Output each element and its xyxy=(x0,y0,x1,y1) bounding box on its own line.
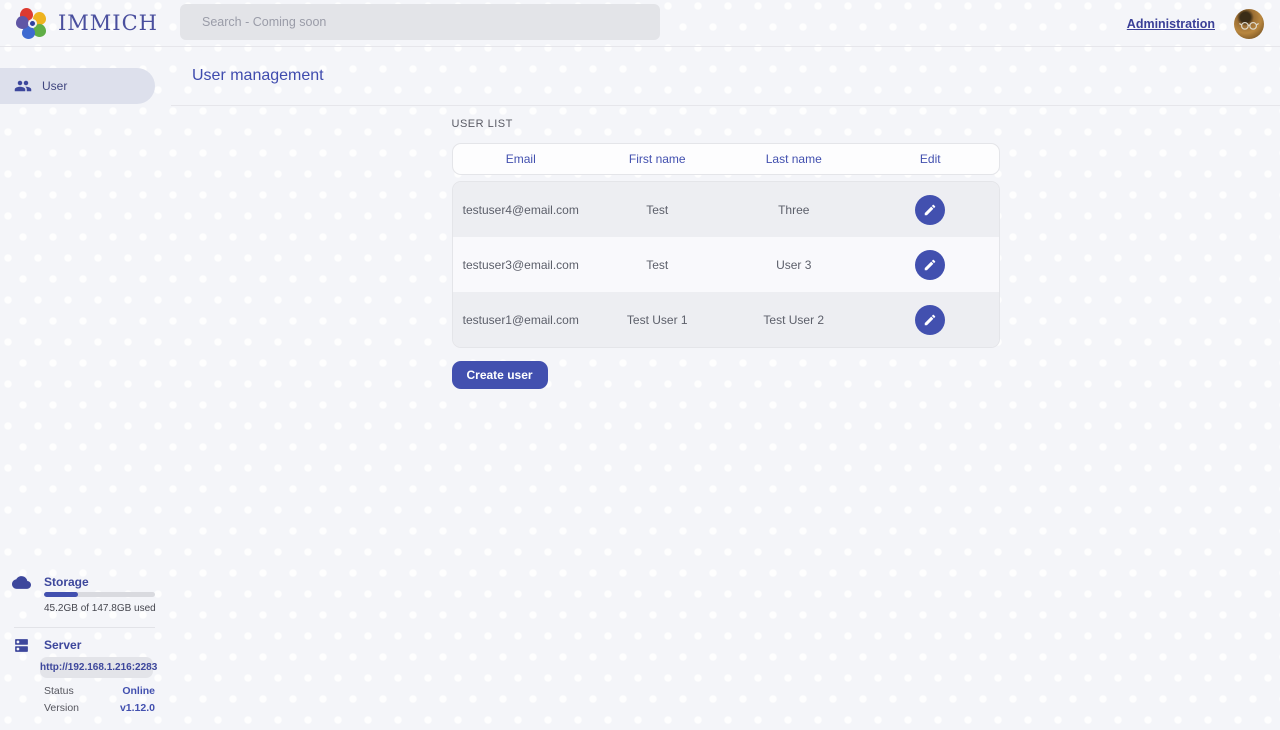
column-header-last-name: Last name xyxy=(766,152,822,166)
storage-usage-text: 45.2GB of 147.8GB used xyxy=(44,603,156,614)
column-header-edit: Edit xyxy=(920,152,941,166)
users-icon xyxy=(14,77,32,95)
administration-link[interactable]: Administration xyxy=(1127,17,1215,31)
storage-progress-bar xyxy=(44,592,155,597)
sidebar-item-user[interactable]: User xyxy=(0,68,155,104)
status-label: Status xyxy=(44,685,74,697)
edit-user-button[interactable] xyxy=(915,305,945,335)
table-header-row: Email First name Last name Edit xyxy=(452,143,1000,175)
version-value: v1.12.0 xyxy=(120,702,155,714)
pencil-icon xyxy=(923,313,937,327)
pencil-icon xyxy=(923,203,937,217)
sidebar: User Storage 45.2GB of 147.8GB used Serv… xyxy=(0,47,171,730)
glasses-icon xyxy=(1238,13,1260,35)
user-avatar[interactable] xyxy=(1234,9,1264,39)
title-bar: User management xyxy=(171,47,1280,106)
table-row: testuser1@email.com Test User 1 Test Use… xyxy=(453,292,999,347)
cell-last-name: User 3 xyxy=(776,258,811,272)
search-input[interactable] xyxy=(180,4,660,40)
sidebar-divider xyxy=(14,627,155,628)
top-navbar: IMMICH Administration xyxy=(0,0,1280,47)
edit-user-button[interactable] xyxy=(915,195,945,225)
cell-email: testuser4@email.com xyxy=(463,203,579,217)
app-logo[interactable]: IMMICH xyxy=(16,7,158,40)
table-row: testuser3@email.com Test User 3 xyxy=(453,237,999,292)
app-name: IMMICH xyxy=(58,11,158,35)
column-header-first-name: First name xyxy=(629,152,686,166)
cloud-icon xyxy=(12,573,31,592)
cell-first-name: Test xyxy=(646,203,668,217)
column-header-email: Email xyxy=(506,152,536,166)
cell-first-name: Test User 1 xyxy=(627,313,688,327)
status-value: Online xyxy=(122,685,155,697)
server-icon xyxy=(13,637,30,654)
cell-first-name: Test xyxy=(646,258,668,272)
immich-flower-icon xyxy=(16,7,49,40)
cell-email: testuser3@email.com xyxy=(463,258,579,272)
pencil-icon xyxy=(923,258,937,272)
user-table: testuser4@email.com Test Three testuser3… xyxy=(452,181,1000,348)
main-content: User management USER LIST Email First na… xyxy=(171,47,1280,730)
section-label: USER LIST xyxy=(452,118,1000,130)
create-user-button[interactable]: Create user xyxy=(452,361,548,389)
edit-user-button[interactable] xyxy=(915,250,945,280)
sidebar-item-label: User xyxy=(42,79,67,93)
storage-progress-fill xyxy=(44,592,78,597)
server-status-row: Status Online xyxy=(44,685,155,697)
table-row: testuser4@email.com Test Three xyxy=(453,182,999,237)
server-version-row: Version v1.12.0 xyxy=(44,702,155,714)
cell-last-name: Test User 2 xyxy=(763,313,824,327)
version-label: Version xyxy=(44,702,79,714)
server-title: Server xyxy=(44,638,81,652)
cell-last-name: Three xyxy=(778,203,809,217)
storage-title: Storage xyxy=(44,575,89,589)
server-url-badge: http://192.168.1.216:2283 xyxy=(40,657,153,678)
cell-email: testuser1@email.com xyxy=(463,313,579,327)
page-title: User management xyxy=(192,67,324,85)
